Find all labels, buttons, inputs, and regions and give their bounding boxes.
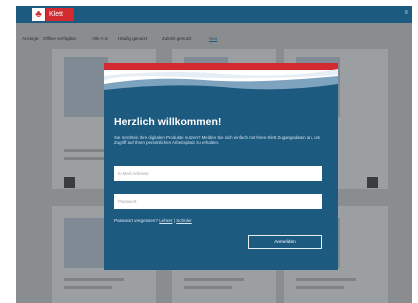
- product-title-line: [184, 286, 232, 289]
- filter-new[interactable]: Neu: [209, 36, 217, 41]
- filter-all-az[interactable]: Alle A-Z: [92, 36, 108, 41]
- help-links: Passwort vergessen? Lehrer | Schüler: [114, 218, 192, 223]
- product-title-line: [64, 278, 124, 281]
- login-button[interactable]: Anmelden: [248, 235, 322, 249]
- product-title-line: [296, 278, 356, 281]
- filter-bar: Anzeige: Offline verfügbar Alle A-Z Häuf…: [16, 34, 412, 46]
- dialog-intro: Sie möchten Ihre digitalen Produkte nutz…: [114, 135, 321, 146]
- forgot-password-label: Passwort vergessen?: [114, 218, 158, 223]
- brand-name: Klett: [46, 8, 74, 21]
- student-link[interactable]: Schüler: [176, 218, 192, 223]
- product-title-line: [296, 286, 344, 289]
- product-cover: [64, 218, 108, 268]
- email-field[interactable]: [114, 166, 322, 181]
- teacher-link[interactable]: Lehrer: [159, 218, 172, 223]
- product-title-line: [184, 278, 244, 281]
- password-field[interactable]: [114, 194, 322, 209]
- klett-mark-icon: ♣: [32, 8, 45, 21]
- card-action-icon[interactable]: [367, 177, 378, 188]
- login-dialog: Herzlich willkommen! Sie möchten Ihre di…: [104, 63, 338, 270]
- filter-frequent[interactable]: Häufig genutzt: [118, 36, 147, 41]
- card-action-icon[interactable]: [64, 177, 75, 188]
- filter-recent[interactable]: Zuletzt genutzt: [162, 36, 192, 41]
- product-cover: [64, 57, 108, 117]
- link-separator: |: [173, 218, 175, 223]
- product-title-line: [64, 286, 112, 289]
- dialog-title: Herzlich willkommen!: [114, 116, 222, 128]
- top-bar: ♣ Klett ≡: [16, 6, 412, 23]
- menu-icon[interactable]: ≡: [404, 10, 408, 16]
- klett-logo[interactable]: ♣ Klett: [32, 8, 74, 21]
- filter-label: Anzeige:: [22, 36, 40, 41]
- filter-offline[interactable]: Offline verfügbar: [43, 36, 76, 41]
- mountain-banner: [104, 63, 338, 95]
